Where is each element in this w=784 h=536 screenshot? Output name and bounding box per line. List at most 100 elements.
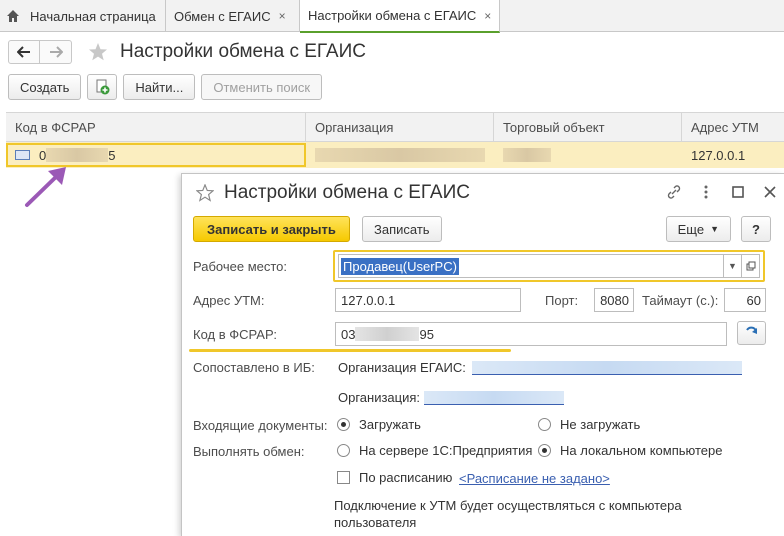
annotation-underline	[189, 349, 511, 352]
workplace-field[interactable]: Продавец(UserPC)	[338, 254, 724, 278]
chevron-down-icon: ▼	[728, 261, 737, 271]
radio-empty-icon	[337, 444, 350, 457]
checkbox-unchecked-icon	[337, 471, 350, 484]
settings-table: Код в ФСРАР Организация Торговый объект …	[6, 112, 784, 168]
table-row[interactable]: 0 5 127.0.0.1	[6, 142, 784, 168]
copy-button[interactable]	[87, 74, 118, 100]
workplace-value: Продавец(UserPC)	[341, 257, 459, 275]
more-button[interactable]: Еще ▼	[665, 216, 731, 242]
incoming-load-radio[interactable]: Загружать	[337, 417, 421, 432]
close-icon[interactable]: ×	[484, 9, 491, 23]
cancel-search-button[interactable]: Отменить поиск	[201, 74, 323, 100]
fsrar-label: Код в ФСРАР:	[193, 327, 277, 342]
port-label: Порт:	[545, 293, 579, 308]
org-label: Организация:	[338, 390, 421, 405]
home-icon	[7, 10, 19, 22]
port-field[interactable]: 8080	[594, 288, 634, 312]
workplace-highlight-frame: Продавец(UserPC) ▼	[333, 250, 765, 282]
org-link[interactable]	[424, 390, 565, 405]
find-button[interactable]: Найти...	[123, 74, 196, 100]
timeout-field[interactable]: 60	[724, 288, 766, 312]
arrow-right-icon	[49, 46, 63, 58]
row-highlight-frame	[6, 143, 306, 167]
exchange-server-radio[interactable]: На сервере 1С:Предприятия	[337, 443, 532, 458]
refresh-arrow-icon	[745, 326, 757, 334]
close-icon[interactable]: ×	[279, 9, 286, 23]
schedule-checkbox[interactable]: По расписанию	[337, 470, 452, 485]
fetch-fsrar-button[interactable]	[737, 321, 766, 345]
column-header-trade-object[interactable]: Торговый объект	[494, 113, 682, 141]
dialog-toolbar: Записать и закрыть Записать Еще ▼ ?	[193, 216, 771, 244]
more-button-label: Еще	[677, 221, 705, 237]
exchange-local-radio[interactable]: На локальном компьютере	[538, 443, 723, 458]
tab-egais-settings[interactable]: Настройки обмена с ЕГАИС ×	[300, 0, 500, 33]
exchange-local-label: На локальном компьютере	[560, 443, 723, 458]
tab-bar: Начальная страница Обмен с ЕГАИС × Настр…	[0, 0, 784, 33]
cell-utm-address: 127.0.0.1	[691, 147, 746, 163]
org-egais-label: Организация ЕГАИС:	[338, 360, 466, 375]
schedule-link[interactable]: <Расписание не задано>	[459, 471, 610, 486]
tab-egais-exchange[interactable]: Обмен с ЕГАИС ×	[166, 0, 300, 32]
timeout-label: Таймаут (с.):	[642, 293, 719, 308]
cell-organization	[306, 142, 494, 168]
org-egais-row: Организация ЕГАИС:	[338, 360, 742, 375]
incoming-docs-label: Входящие документы:	[193, 418, 328, 433]
star-icon[interactable]	[88, 42, 108, 62]
help-button[interactable]: ?	[741, 216, 771, 242]
redacted-block	[315, 148, 485, 162]
maximize-icon[interactable]	[730, 184, 746, 200]
more-icon[interactable]	[698, 184, 714, 200]
add-document-icon	[96, 79, 110, 95]
tab-egais-settings-label: Настройки обмена с ЕГАИС	[308, 8, 477, 23]
incoming-noload-label: Не загружать	[560, 417, 641, 432]
dialog-header: Настройки обмена с ЕГАИС	[196, 182, 470, 204]
cell-trade-object	[494, 142, 682, 168]
arrow-left-icon	[17, 46, 30, 58]
column-header-organization[interactable]: Организация	[306, 113, 494, 141]
utm-connection-note: Подключение к УТМ будет осуществляться с…	[334, 498, 682, 530]
star-icon[interactable]	[196, 184, 214, 202]
chevron-down-icon: ▼	[710, 224, 719, 234]
open-form-icon	[746, 261, 755, 271]
schedule-label: По расписанию	[359, 470, 453, 485]
link-icon[interactable]	[666, 184, 682, 200]
page-title: Настройки обмена с ЕГАИС	[120, 41, 366, 62]
close-icon[interactable]	[762, 184, 778, 200]
mapped-label: Сопоставлено в ИБ:	[193, 360, 315, 375]
save-button[interactable]: Записать	[362, 216, 442, 242]
fsrar-value-end: 95	[419, 326, 434, 342]
exchange-server-label: На сервере 1С:Предприятия	[359, 443, 533, 458]
radio-selected-icon	[337, 418, 350, 431]
org-egais-link[interactable]	[471, 360, 742, 375]
column-header-fsrar[interactable]: Код в ФСРАР	[6, 113, 306, 141]
radio-empty-icon	[538, 418, 551, 431]
annotation-arrow-icon	[25, 167, 66, 207]
exchange-label: Выполнять обмен:	[193, 444, 305, 459]
radio-selected-icon	[538, 444, 551, 457]
save-and-close-button[interactable]: Записать и закрыть	[193, 216, 350, 242]
redacted-block	[355, 327, 420, 341]
redacted-block	[503, 148, 551, 162]
org-row: Организация:	[338, 390, 565, 405]
incoming-noload-radio[interactable]: Не загружать	[538, 417, 640, 432]
incoming-load-label: Загружать	[359, 417, 421, 432]
tab-egais-exchange-label: Обмен с ЕГАИС	[174, 8, 271, 24]
workplace-open-button[interactable]	[742, 254, 760, 278]
workplace-dropdown-button[interactable]: ▼	[724, 254, 742, 278]
dialog-title: Настройки обмена с ЕГАИС	[224, 182, 470, 203]
tab-home[interactable]: Начальная страница	[0, 0, 166, 32]
workplace-label: Рабочее место:	[193, 259, 288, 274]
create-button[interactable]: Создать	[8, 74, 82, 100]
fsrar-field[interactable]: 03 95	[335, 322, 727, 346]
utm-address-field[interactable]: 127.0.0.1	[335, 288, 521, 312]
settings-dialog: Настройки обмена с ЕГАИС Записать и закр…	[181, 173, 784, 536]
window-controls	[666, 184, 778, 200]
forward-button[interactable]	[40, 40, 72, 64]
fsrar-value-start: 03	[341, 326, 356, 342]
utm-address-label: Адрес УТМ:	[193, 293, 265, 308]
table-header: Код в ФСРАР Организация Торговый объект …	[6, 112, 784, 142]
back-button[interactable]	[8, 40, 40, 64]
nav-bar: Настройки обмена с ЕГАИС	[8, 40, 366, 64]
column-header-utm-address[interactable]: Адрес УТМ	[682, 113, 784, 141]
tab-home-label: Начальная страница	[30, 8, 156, 24]
